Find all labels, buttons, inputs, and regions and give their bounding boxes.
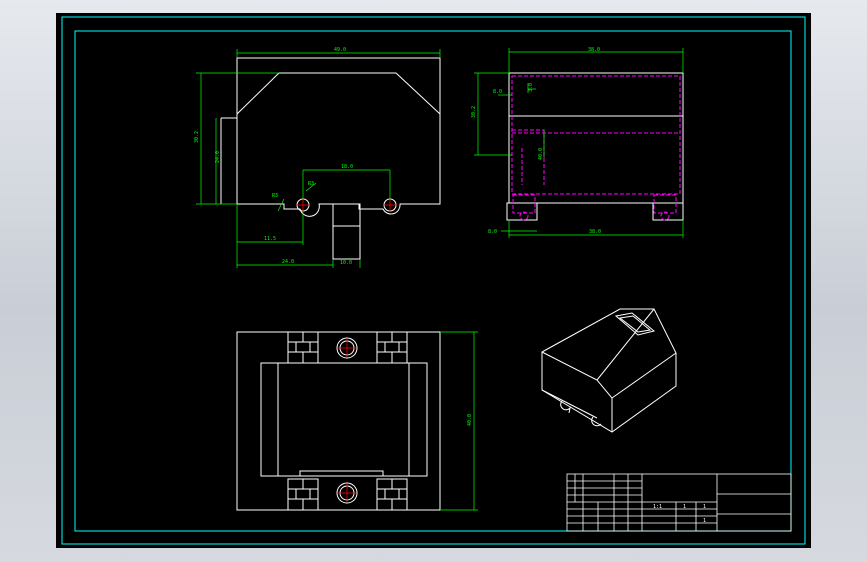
plan-hatch-bottom-right bbox=[376, 478, 408, 511]
front-step-edge bbox=[220, 117, 237, 204]
iso-top-edge bbox=[596, 308, 655, 381]
iso-foot-left bbox=[560, 400, 571, 414]
dim-post-width: 10.0 bbox=[340, 260, 352, 266]
dim-slot-radius: R3 bbox=[308, 181, 314, 187]
isometric-view[interactable] bbox=[541, 308, 677, 433]
dim-front-height: 30.2 bbox=[194, 131, 200, 143]
plan-hatch-bottom-left bbox=[287, 478, 319, 511]
plan-inner-rect bbox=[260, 362, 428, 477]
side-view[interactable] bbox=[506, 72, 684, 221]
dim-hole-radius: R3 bbox=[272, 193, 278, 199]
cad-drawing-canvas[interactable]: 49.0 30.2 24.0 18.0 R3 R3 11.5 24.0 10.0… bbox=[56, 13, 811, 548]
front-post bbox=[332, 203, 361, 260]
title-block-frame bbox=[566, 473, 792, 532]
dim-side-top-step: 3.0 bbox=[528, 83, 534, 92]
side-foot-left bbox=[506, 202, 538, 221]
front-centerlines bbox=[296, 198, 397, 212]
title-block-cell-4: 1 bbox=[703, 518, 706, 524]
dim-front-inner-height: 24.0 bbox=[215, 151, 221, 163]
iso-outline bbox=[541, 308, 677, 433]
dim-side-foot-width: 8.0 bbox=[488, 229, 497, 235]
inner-border bbox=[74, 30, 792, 532]
front-dimensions bbox=[196, 49, 441, 268]
front-chamfer-left bbox=[236, 72, 280, 115]
dim-left-offset: 11.5 bbox=[264, 236, 276, 242]
side-body-outline bbox=[508, 72, 684, 204]
plan-center-rect bbox=[277, 362, 410, 477]
dim-plan-depth: 40.0 bbox=[467, 414, 473, 426]
title-block[interactable] bbox=[566, 473, 792, 532]
plan-hatch-top-right bbox=[376, 331, 408, 364]
dim-front-width: 49.0 bbox=[334, 47, 346, 53]
title-block-cell-3: 1 bbox=[703, 504, 706, 510]
dim-side-inner: 40.0 bbox=[538, 148, 544, 160]
outer-border bbox=[61, 16, 806, 545]
dim-hole-spacing: 18.0 bbox=[341, 164, 353, 170]
front-top-edge bbox=[279, 72, 441, 115]
side-foot-right bbox=[652, 202, 684, 221]
dim-side-base-width: 38.0 bbox=[589, 229, 601, 235]
title-block-scale: 1:1 bbox=[653, 504, 662, 510]
dim-side-left-step: 8.0 bbox=[493, 89, 502, 95]
plan-hatch-top-left bbox=[287, 331, 319, 364]
plan-slot bbox=[299, 470, 384, 477]
dim-side-top-width: 38.0 bbox=[588, 47, 600, 53]
front-view[interactable] bbox=[220, 57, 441, 260]
dim-side-height: 30.2 bbox=[471, 106, 477, 118]
iso-chamfer-edge bbox=[611, 352, 677, 399]
iso-bottom-edge bbox=[541, 389, 598, 419]
iso-front-edge bbox=[541, 351, 613, 432]
dim-left-to-post: 24.0 bbox=[282, 259, 294, 265]
front-body-outline bbox=[236, 57, 441, 217]
drawing-sheet[interactable]: 49.0 30.2 24.0 18.0 R3 R3 11.5 24.0 10.0… bbox=[56, 13, 811, 548]
plan-view[interactable] bbox=[236, 331, 441, 511]
plan-outline bbox=[236, 331, 441, 511]
title-block-cell-2: 1 bbox=[683, 504, 686, 510]
